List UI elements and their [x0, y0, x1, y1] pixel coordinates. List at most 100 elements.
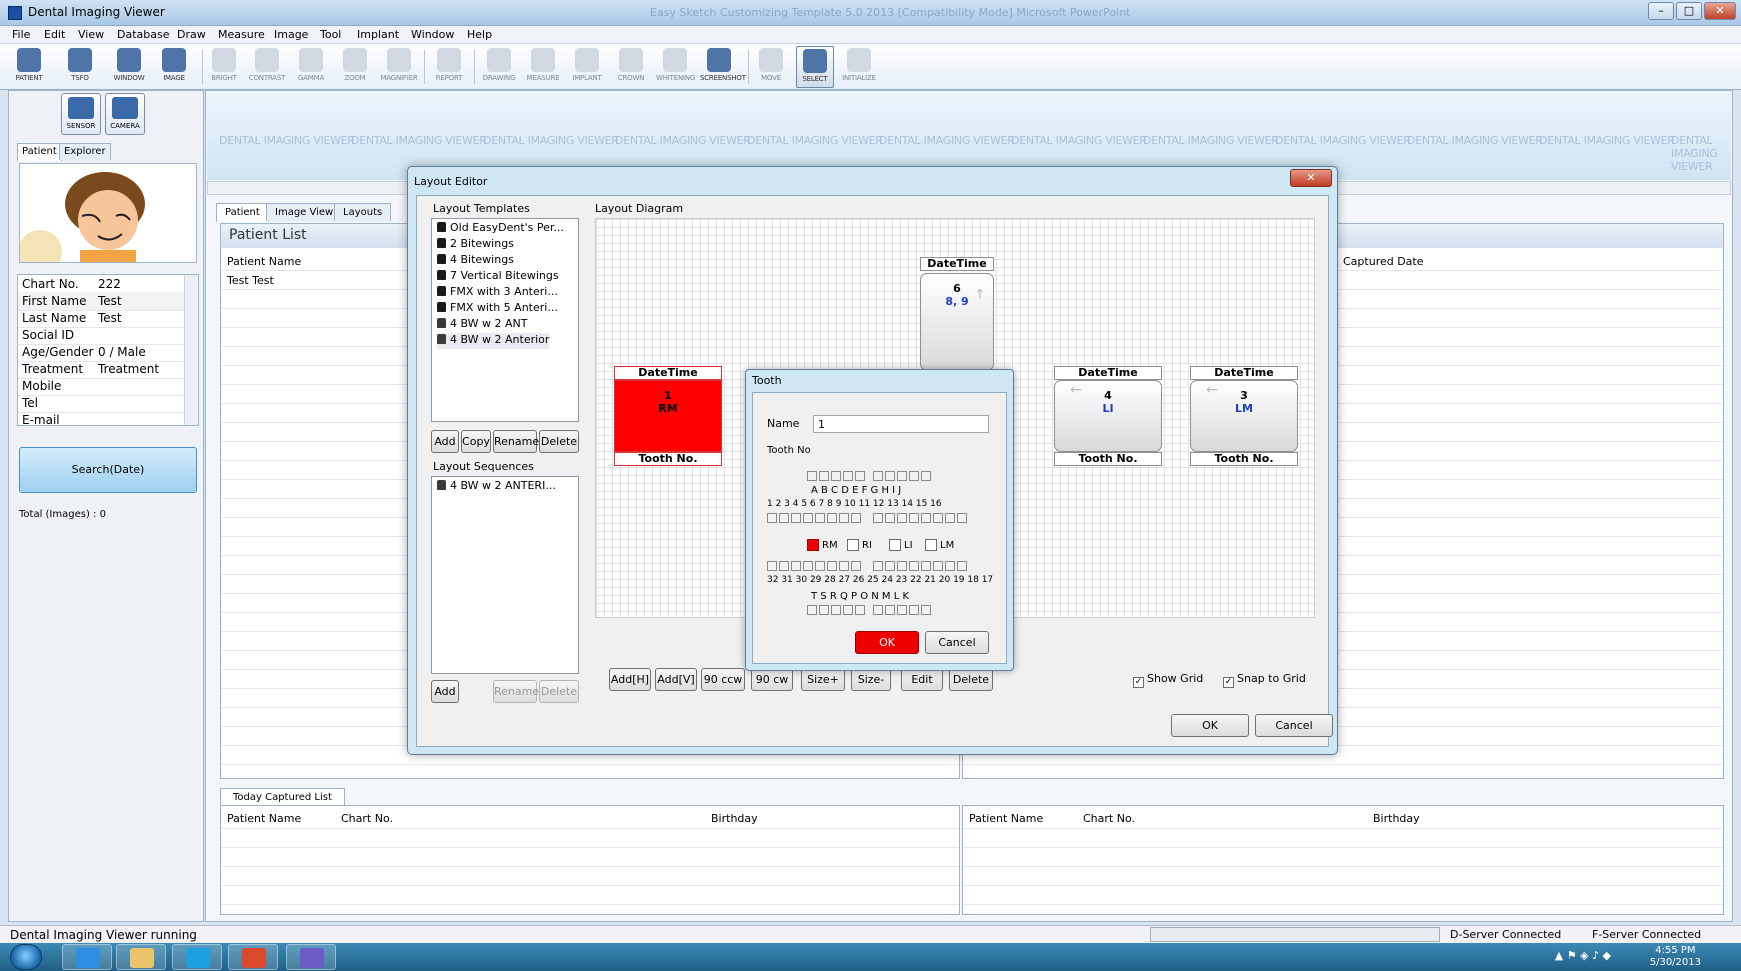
tooth-checkbox[interactable] — [921, 471, 931, 481]
tab-today-captured[interactable]: Today Captured List — [220, 788, 345, 806]
tooth-checkbox[interactable] — [831, 471, 841, 481]
tooth-checkbox[interactable] — [921, 561, 931, 571]
tooth-checkbox[interactable] — [843, 471, 853, 481]
sequence-delete-button[interactable]: Delete — [539, 680, 579, 703]
tab-main-patient[interactable]: Patient — [216, 203, 269, 222]
layout-templates-list[interactable]: Old EasyDent's Per... 2 Bitewings 4 Bite… — [431, 218, 579, 422]
tooth-checkbox[interactable] — [957, 513, 967, 523]
template-rename-button[interactable]: Rename — [493, 430, 539, 453]
menu-edit[interactable]: Edit — [44, 28, 65, 41]
bright-tool-button[interactable]: BRIGHT — [205, 46, 243, 88]
tab-patient[interactable]: Patient — [17, 143, 62, 161]
tooth-checkbox[interactable] — [807, 471, 817, 481]
tooth-checkbox[interactable] — [897, 561, 907, 571]
magnifier-tool-button[interactable]: MAGNIFIER — [380, 46, 418, 88]
primary-lower-checkboxes[interactable] — [753, 605, 1008, 617]
list-item-selected[interactable]: 4 BW w 2 Anterior — [437, 333, 550, 349]
tooth-checkbox[interactable] — [933, 513, 943, 523]
report-tool-button[interactable]: REPORT — [430, 46, 468, 88]
list-item[interactable]: 4 Bitewings — [437, 253, 514, 269]
size-minus-button[interactable]: Size- — [851, 668, 891, 691]
delete-slot-button[interactable]: Delete — [949, 668, 993, 691]
tooth-checkbox[interactable] — [815, 513, 825, 523]
quadrant-ri-checkbox[interactable] — [847, 539, 859, 551]
rotate-cw-button[interactable]: 90 cw — [751, 668, 793, 691]
template-delete-button[interactable]: Delete — [539, 430, 579, 453]
maximize-button[interactable]: □ — [1676, 2, 1702, 20]
tooth-checkbox[interactable] — [839, 561, 849, 571]
list-item[interactable]: Old EasyDent's Per... — [437, 221, 564, 237]
layout-slot-6[interactable]: DateTime 6 8, 9 ↑ — [920, 257, 994, 372]
menu-image[interactable]: Image — [274, 28, 308, 41]
crown-tool-button[interactable]: CROWN — [612, 46, 650, 88]
tooth-checkbox[interactable] — [827, 561, 837, 571]
tooth-checkbox[interactable] — [767, 513, 777, 523]
tooth-checkbox[interactable] — [945, 513, 955, 523]
tooth-checkbox[interactable] — [909, 605, 919, 615]
edit-slot-button[interactable]: Edit — [901, 668, 943, 691]
table-row[interactable]: Test Test — [227, 274, 274, 287]
tooth-checkbox[interactable] — [843, 605, 853, 615]
tooth-checkbox[interactable] — [855, 471, 865, 481]
tooth-checkbox[interactable] — [855, 605, 865, 615]
tooth-checkbox[interactable] — [779, 561, 789, 571]
tooth-checkbox[interactable] — [819, 605, 829, 615]
list-item[interactable]: 4 BW w 2 ANTERI... — [437, 479, 556, 495]
menu-window[interactable]: Window — [411, 28, 454, 41]
menu-file[interactable]: File — [12, 28, 30, 41]
quadrant-rm-checkbox[interactable] — [807, 539, 819, 551]
tooth-checkbox[interactable] — [827, 513, 837, 523]
menu-help[interactable]: Help — [467, 28, 492, 41]
tooth-checkbox[interactable] — [885, 605, 895, 615]
sensor-button[interactable]: SENSOR — [61, 93, 101, 135]
taskbar-ie[interactable] — [62, 944, 112, 970]
menu-tool[interactable]: Tool — [320, 28, 341, 41]
list-item[interactable]: 2 Bitewings — [437, 237, 514, 253]
size-plus-button[interactable]: Size+ — [801, 668, 845, 691]
add-vertical-button[interactable]: Add[V] — [655, 668, 697, 691]
taskbar-dental-viewer[interactable] — [286, 944, 336, 970]
list-item[interactable]: FMX with 3 Anteri... — [437, 285, 558, 301]
tsfo-tool-button[interactable]: TSFO — [61, 46, 99, 88]
menu-database[interactable]: Database — [117, 28, 170, 41]
tooth-checkbox[interactable] — [933, 561, 943, 571]
list-item[interactable]: FMX with 5 Anteri... — [437, 301, 558, 317]
tooth-checkbox[interactable] — [767, 561, 777, 571]
tooth-checkbox[interactable] — [779, 513, 789, 523]
tooth-ok-button[interactable]: OK — [855, 631, 919, 654]
drawing-tool-button[interactable]: DRAWING — [480, 46, 518, 88]
sequence-rename-button[interactable]: Rename — [493, 680, 539, 703]
tooth-checkbox[interactable] — [831, 605, 841, 615]
info-scrollbar[interactable] — [184, 275, 198, 425]
primary-upper-checkboxes[interactable] — [753, 471, 1008, 483]
contrast-tool-button[interactable]: CONTRAST — [248, 46, 286, 88]
tooth-checkbox[interactable] — [921, 605, 931, 615]
start-button[interactable] — [10, 944, 42, 970]
image-tool-button[interactable]: IMAGE — [155, 46, 193, 88]
tooth-checkbox[interactable] — [815, 561, 825, 571]
minimize-button[interactable]: – — [1648, 2, 1674, 20]
layout-slot-1-selected[interactable]: DateTime 1 RM Tooth No. — [614, 366, 722, 466]
menu-implant[interactable]: Implant — [357, 28, 399, 41]
tooth-checkbox[interactable] — [803, 561, 813, 571]
gamma-tool-button[interactable]: GAMMA — [292, 46, 330, 88]
tooth-checkbox[interactable] — [897, 471, 907, 481]
tooth-checkbox[interactable] — [897, 605, 907, 615]
measure-tool-button[interactable]: MEASURE — [524, 46, 562, 88]
tooth-checkbox[interactable] — [851, 561, 861, 571]
list-item[interactable]: 7 Vertical Bitewings — [437, 269, 559, 285]
patient-tool-button[interactable]: PATIENT — [10, 46, 48, 88]
initialize-tool-button[interactable]: INITIALIZE — [840, 46, 878, 88]
move-tool-button[interactable]: MOVE — [752, 46, 790, 88]
taskbar-skype[interactable] — [172, 944, 222, 970]
tooth-checkbox[interactable] — [791, 513, 801, 523]
window-tool-button[interactable]: WINDOW — [110, 46, 148, 88]
tooth-checkbox[interactable] — [791, 561, 801, 571]
tooth-checkbox[interactable] — [873, 471, 883, 481]
tooth-checkbox[interactable] — [885, 471, 895, 481]
menu-measure[interactable]: Measure — [218, 28, 265, 41]
tooth-checkbox[interactable] — [851, 513, 861, 523]
quadrant-lm-checkbox[interactable] — [925, 539, 937, 551]
layout-sequences-list[interactable]: 4 BW w 2 ANTERI... — [431, 476, 579, 674]
tooth-checkbox[interactable] — [945, 561, 955, 571]
